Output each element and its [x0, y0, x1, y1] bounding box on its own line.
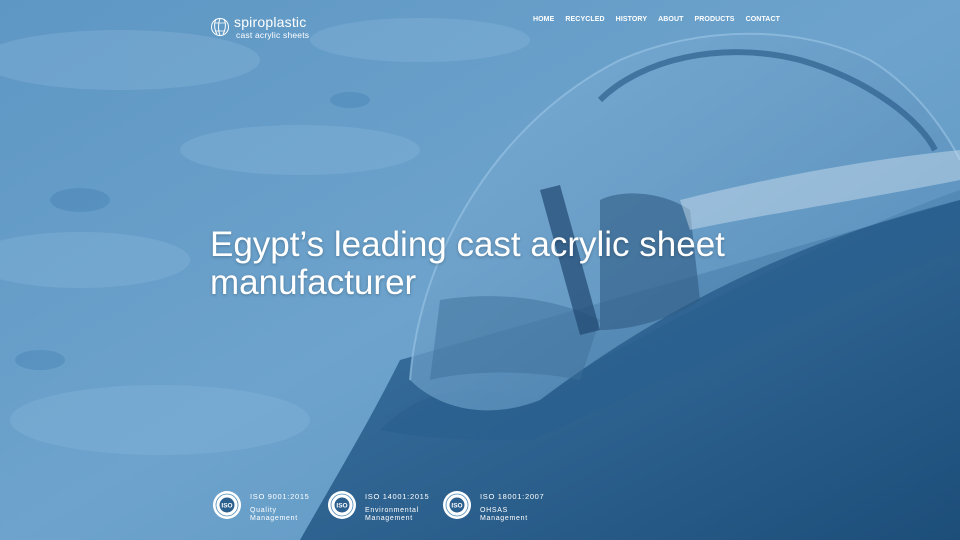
nav-products[interactable]: PRODUCTS	[695, 16, 735, 23]
iso-badge-text: ISO	[336, 503, 347, 510]
iso-badge-icon: ISO	[328, 491, 356, 519]
brand-logo[interactable]: spiroplastic cast acrylic sheets	[210, 14, 309, 40]
certification-description: Quality Management	[250, 507, 298, 522]
nav-about[interactable]: ABOUT	[658, 16, 683, 23]
certification-item: ISO ISO 14001:2015 Environmental Managem…	[327, 490, 442, 523]
certification-code: ISO 18001:2007	[480, 492, 545, 501]
certifications-list: ISO ISO 9001:2015 Quality Management ISO…	[212, 490, 557, 523]
brand-name: spiroplastic	[234, 13, 307, 30]
nav-contact[interactable]: CONTACT	[746, 16, 780, 23]
certification-item: ISO ISO 18001:2007 OHSAS Management	[442, 490, 557, 523]
certification-description: Environmental Management	[365, 507, 419, 522]
nav-home[interactable]: HOME	[533, 16, 554, 23]
iso-badge-icon: ISO	[213, 491, 241, 519]
iso-badge-text: ISO	[221, 503, 232, 510]
nav-history[interactable]: HISTORY	[616, 16, 647, 23]
certification-item: ISO ISO 9001:2015 Quality Management	[212, 490, 327, 523]
main-navigation: HOME RECYCLED HISTORY ABOUT PRODUCTS CON…	[533, 16, 780, 23]
brand-tagline: cast acrylic sheets	[236, 29, 310, 40]
iso-badge-text: ISO	[451, 503, 462, 510]
iso-badge-icon: ISO	[443, 491, 471, 519]
certification-description: OHSAS Management	[480, 507, 528, 522]
nav-recycled[interactable]: RECYCLED	[565, 16, 604, 23]
certification-code: ISO 14001:2015	[365, 492, 430, 501]
spiroplastic-logo-icon	[211, 17, 229, 37]
certification-code: ISO 9001:2015	[250, 492, 310, 501]
hero-headline: Egypt’s leading cast acrylic sheet manuf…	[210, 225, 725, 302]
